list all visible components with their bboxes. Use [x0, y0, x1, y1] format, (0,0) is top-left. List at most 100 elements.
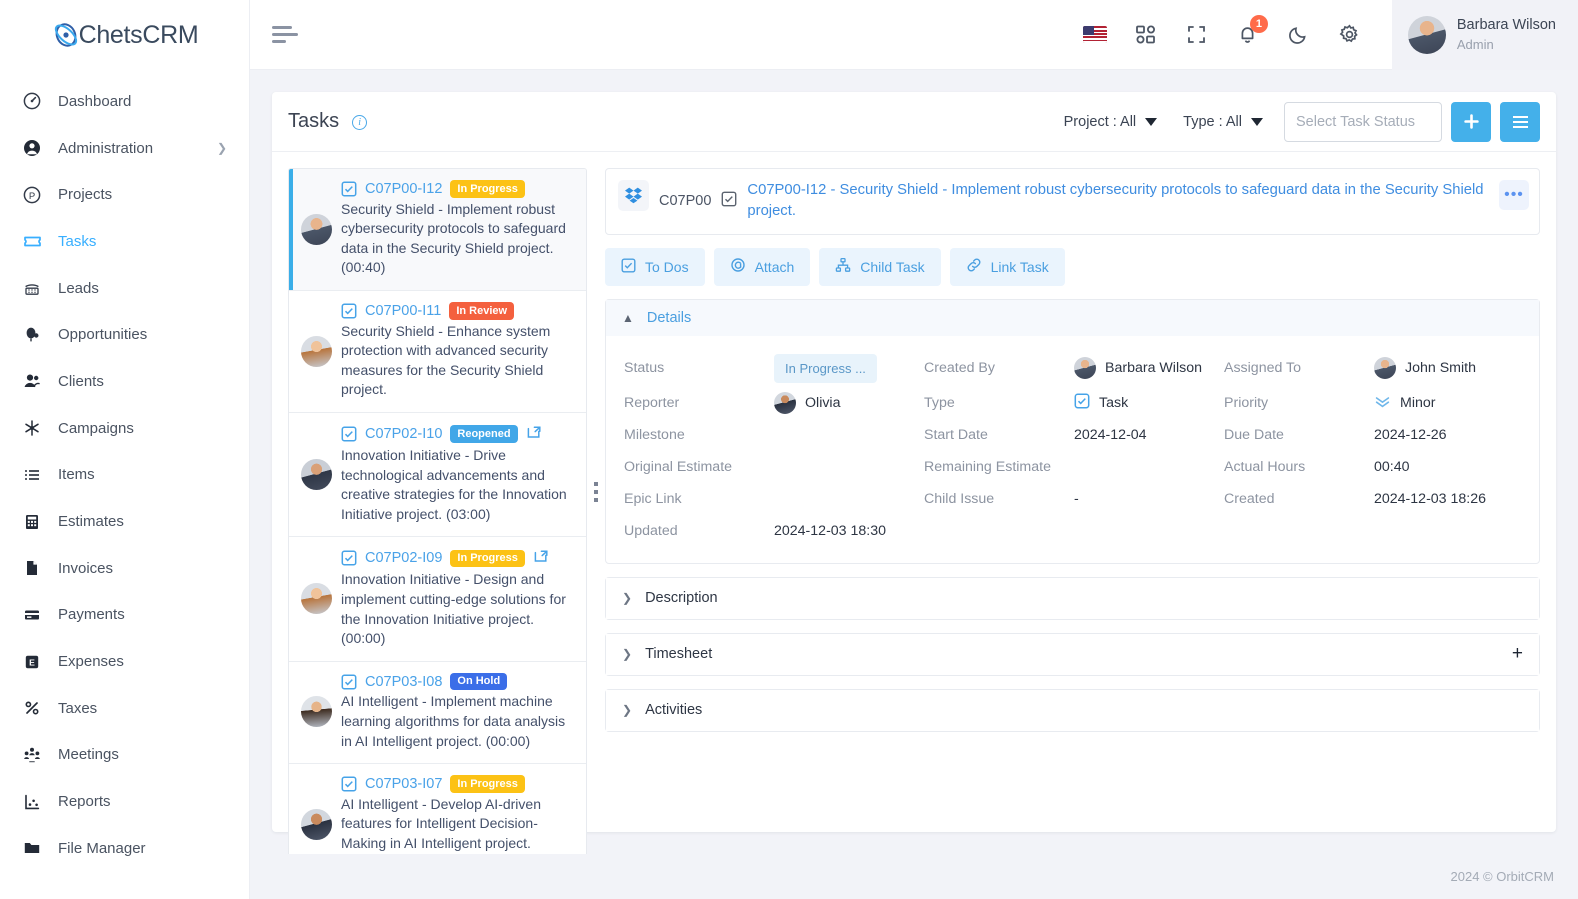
- task-checkbox-icon: [341, 181, 357, 197]
- sidebar-item-projects[interactable]: P Projects: [0, 171, 249, 218]
- orbit-logo-icon: [51, 20, 81, 50]
- view-list-button[interactable]: [1500, 101, 1540, 142]
- sidebar-item-items[interactable]: Items: [0, 452, 249, 499]
- sidebar-item-taxes[interactable]: Taxes: [0, 685, 249, 732]
- sidebar-item-expenses[interactable]: E Expenses: [0, 638, 249, 685]
- sidebar-item-file-manager[interactable]: File Manager: [0, 825, 249, 872]
- sidebar-item-leads[interactable]: Leads: [0, 265, 249, 312]
- timesheet-section-header[interactable]: ❯ Timesheet +: [606, 633, 1539, 675]
- task-key[interactable]: C07P02-I10: [365, 426, 442, 442]
- avatar: [1407, 15, 1446, 54]
- task-list-item[interactable]: C07P02-I09 In Progress Innovation Initia…: [289, 537, 586, 662]
- status-value[interactable]: In Progress ...: [774, 353, 924, 383]
- sidebar-item-tasks[interactable]: Tasks: [0, 218, 249, 265]
- task-more-menu-button[interactable]: •••: [1499, 180, 1529, 210]
- due-date-label: Due Date: [1224, 426, 1284, 443]
- content-area: Tasks i Project : All Type : All Select …: [250, 70, 1578, 854]
- task-description: AI Intelligent - Implement machine learn…: [341, 693, 566, 749]
- task-content: C07P03-I07 In Progress AI Intelligent - …: [341, 775, 574, 854]
- description-section: ❯ Description: [605, 576, 1540, 620]
- sidebar-item-payments[interactable]: Payments: [0, 592, 249, 639]
- child-task-button[interactable]: Child Task: [819, 247, 941, 286]
- created-value: 2024-12-03 18:26: [1374, 490, 1487, 507]
- task-key[interactable]: C07P00-I12: [365, 181, 442, 197]
- sidebar-item-campaigns[interactable]: Campaigns: [0, 405, 249, 452]
- project-filter[interactable]: Project : All: [1051, 114, 1171, 130]
- apps-grid-icon[interactable]: [1134, 23, 1158, 47]
- moon-icon[interactable]: [1287, 23, 1311, 47]
- task-description: AI Intelligent - Develop AI-driven featu…: [341, 795, 541, 852]
- file-icon: [22, 558, 42, 578]
- reporter-text: Olivia: [805, 394, 841, 411]
- status-badge: In Progress: [450, 180, 525, 198]
- task-list-item[interactable]: C07P00-I11 In Review Security Shield - E…: [289, 291, 586, 414]
- sidebar-item-opportunities[interactable]: Opportunities: [0, 311, 249, 358]
- start-date-label: Start Date: [924, 426, 988, 443]
- add-task-button[interactable]: [1451, 101, 1491, 142]
- description-section-header[interactable]: ❯ Description: [606, 577, 1539, 619]
- activities-section-header[interactable]: ❯ Activities: [606, 689, 1539, 731]
- flag-us-icon[interactable]: [1082, 23, 1107, 47]
- task-list-item[interactable]: C07P02-I10 Reopened Innovation Initiativ…: [289, 413, 586, 538]
- created-label: Created: [1224, 490, 1275, 507]
- sidebar-item-meetings[interactable]: Meetings: [0, 732, 249, 779]
- sidebar-item-clients[interactable]: Clients: [0, 358, 249, 405]
- sidebar-item-administration[interactable]: Administration ❯: [0, 125, 249, 172]
- task-header: C07P00-I12 In Progress: [341, 180, 574, 198]
- task-list-item[interactable]: C07P00-I12 In Progress Security Shield -…: [289, 169, 586, 292]
- sidebar-item-label: Campaigns: [58, 419, 134, 437]
- task-content: C07P00-I12 In Progress Security Shield -…: [341, 180, 574, 278]
- sidebar-item-label: Items: [58, 466, 95, 484]
- milestone-value: [774, 423, 924, 447]
- attach-button[interactable]: Attach: [713, 247, 811, 286]
- scatter-chart-icon: [22, 792, 42, 812]
- sidebar: ChetsCRM Dashboard Administration ❯ P Pr…: [0, 0, 250, 899]
- main-area: 1 Barbara Wilson Admin Tasks i Project:…: [250, 0, 1578, 899]
- user-profile-menu[interactable]: Barbara Wilson Admin: [1391, 0, 1578, 70]
- task-status-input[interactable]: [1284, 101, 1442, 142]
- ticket-icon: [22, 231, 42, 251]
- sidebar-item-reports[interactable]: Reports: [0, 778, 249, 825]
- details-section: ▲ Details Status In Progress ... Created…: [605, 298, 1540, 564]
- repeat-task-icon[interactable]: [526, 424, 542, 444]
- chevron-up-icon: ▲: [622, 310, 634, 325]
- task-key[interactable]: C07P02-I09: [365, 550, 442, 566]
- brand-logo-area[interactable]: ChetsCRM: [0, 0, 249, 70]
- app-root: ChetsCRM Dashboard Administration ❯ P Pr…: [0, 0, 1578, 899]
- repeat-task-icon[interactable]: [533, 548, 549, 568]
- sidebar-item-invoices[interactable]: Invoices: [0, 545, 249, 592]
- bell-icon[interactable]: 1: [1236, 14, 1268, 47]
- details-field-grid: Status In Progress ... Created By Barbar…: [606, 336, 1539, 563]
- sidebar-item-dashboard[interactable]: Dashboard: [0, 78, 249, 125]
- fullscreen-icon[interactable]: [1185, 23, 1209, 47]
- hamburger-icon[interactable]: [272, 22, 298, 48]
- created-by-text: Barbara Wilson: [1105, 360, 1202, 377]
- details-section-header[interactable]: ▲ Details: [606, 299, 1539, 336]
- profile-role: Admin: [1456, 36, 1494, 52]
- panel-resize-handle[interactable]: [587, 168, 605, 816]
- task-action-buttons: To Dos Attach Child Task Link Task: [605, 247, 1540, 286]
- todos-label: To Dos: [645, 258, 689, 275]
- sidebar-item-label: Taxes: [58, 699, 98, 717]
- link-task-button[interactable]: Link Task: [949, 247, 1065, 286]
- sidebar-item-estimates[interactable]: Estimates: [0, 498, 249, 545]
- task-checkbox-icon: [721, 191, 737, 212]
- task-list-item[interactable]: C07P03-I08 On Hold AI Intelligent - Impl…: [289, 662, 586, 765]
- info-icon[interactable]: i: [352, 115, 368, 130]
- task-key[interactable]: C07P00-I11: [365, 303, 441, 319]
- gear-icon[interactable]: [1338, 23, 1362, 47]
- task-detail-title[interactable]: C07P00-I12 - Security Shield - Implement…: [747, 180, 1489, 223]
- todos-button[interactable]: To Dos: [605, 247, 705, 286]
- task-description: Innovation Initiative - Design and imple…: [341, 571, 566, 647]
- topbar-icons: 1: [1082, 14, 1392, 47]
- task-checkbox-icon: [1074, 393, 1090, 413]
- task-key[interactable]: C07P03-I07: [365, 776, 442, 792]
- status-pill: In Progress ...: [774, 353, 877, 383]
- task-key[interactable]: C07P03-I08: [365, 674, 442, 690]
- task-list-item[interactable]: C07P03-I07 In Progress AI Intelligent - …: [289, 764, 586, 854]
- add-timesheet-button[interactable]: +: [1512, 643, 1523, 665]
- sitemap-icon: [835, 257, 851, 276]
- epic-link-label: Epic Link: [624, 490, 682, 507]
- timesheet-section: ❯ Timesheet +: [605, 632, 1540, 676]
- type-filter[interactable]: Type : All: [1170, 114, 1276, 130]
